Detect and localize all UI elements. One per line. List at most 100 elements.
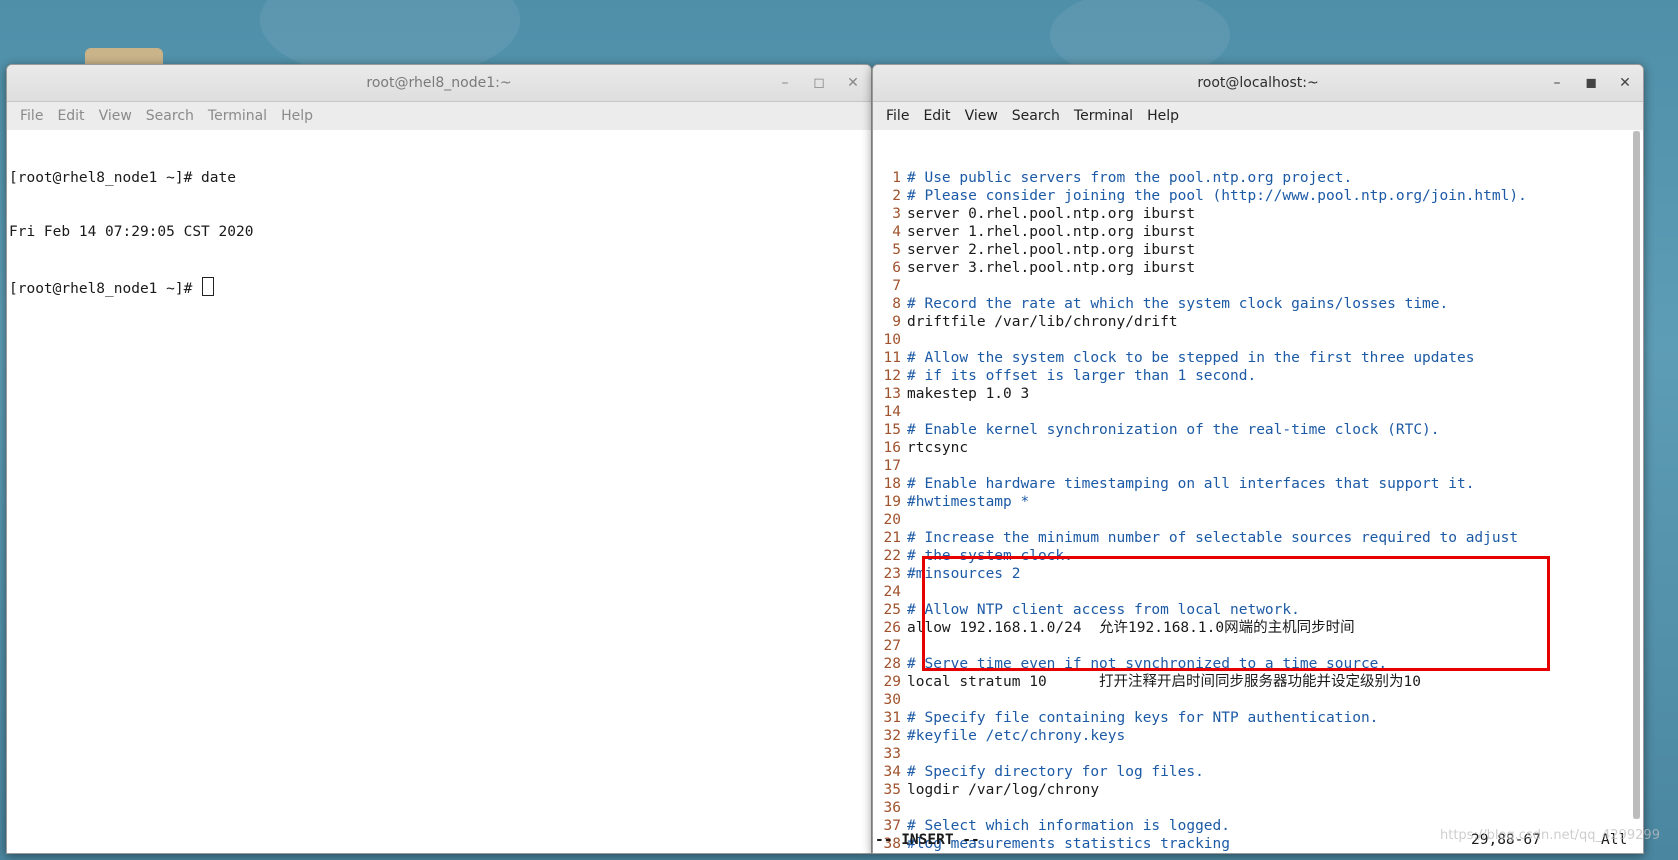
titlebar[interactable]: root@rhel8_node1:~ – ◻ ✕ <box>7 65 871 102</box>
line-number: 5 <box>892 242 901 258</box>
vim-line: 4 server 1.rhel.pool.ntp.org iburst <box>873 223 1643 241</box>
minimize-icon[interactable]: – <box>775 73 795 93</box>
terminal-window-left[interactable]: root@rhel8_node1:~ – ◻ ✕ File Edit View … <box>6 64 872 854</box>
vim-line: 5 server 2.rhel.pool.ntp.org iburst <box>873 241 1643 259</box>
vim-line: 10 <box>873 331 1643 349</box>
line-text: # Enable hardware timestamping on all in… <box>907 476 1475 492</box>
line-number: 32 <box>883 728 901 744</box>
line-text: # the system clock. <box>907 548 1073 564</box>
vim-line: 27 <box>873 637 1643 655</box>
line-text: #hwtimestamp * <box>907 494 1030 510</box>
line-text: # Serve time even if not synchronized to… <box>907 656 1388 672</box>
line-text: # Please consider joining the pool (http… <box>907 188 1527 204</box>
line-number: 3 <box>892 206 901 222</box>
line-number: 20 <box>883 512 901 528</box>
menu-terminal[interactable]: Terminal <box>201 108 274 124</box>
menubar: File Edit View Search Terminal Help <box>7 102 871 131</box>
line-text: #minsources 2 <box>907 566 1021 582</box>
close-icon[interactable]: ✕ <box>1615 73 1635 93</box>
line-text: # Record the rate at which the system cl… <box>907 296 1449 312</box>
vim-line: 32 #keyfile /etc/chrony.keys <box>873 727 1643 745</box>
line-text: logdir /var/log/chrony <box>907 782 1100 798</box>
menu-view[interactable]: View <box>958 108 1005 124</box>
line-number: 9 <box>892 314 901 330</box>
terminal-window-right[interactable]: root@localhost:~ – ◼ ✕ File Edit View Se… <box>872 64 1644 854</box>
menu-edit[interactable]: Edit <box>50 108 91 124</box>
line-number: 30 <box>883 692 901 708</box>
vim-line: 28 # Serve time even if not synchronized … <box>873 655 1643 673</box>
line-number: 29 <box>883 674 901 690</box>
titlebar[interactable]: root@localhost:~ – ◼ ✕ <box>873 65 1643 102</box>
vim-line: 3 server 0.rhel.pool.ntp.org iburst <box>873 205 1643 223</box>
maximize-icon[interactable]: ◻ <box>809 73 829 93</box>
line-text: makestep 1.0 3 <box>907 386 1030 402</box>
line-number: 16 <box>883 440 901 456</box>
menu-help[interactable]: Help <box>1140 108 1186 124</box>
menu-terminal[interactable]: Terminal <box>1067 108 1140 124</box>
vim-line: 11 # Allow the system clock to be stepped… <box>873 349 1643 367</box>
menu-search[interactable]: Search <box>1005 108 1067 124</box>
line-number: 31 <box>883 710 901 726</box>
menu-file[interactable]: File <box>13 108 50 124</box>
vim-lines: 1 # Use public servers from the pool.ntp.… <box>873 169 1643 853</box>
menu-search[interactable]: Search <box>139 108 201 124</box>
line-text: # Enable kernel synchronization of the r… <box>907 422 1440 438</box>
menu-edit[interactable]: Edit <box>916 108 957 124</box>
terminal-output[interactable]: [root@rhel8_node1 ~]# date Fri Feb 14 07… <box>7 130 871 853</box>
line-number: 10 <box>883 332 901 348</box>
line-text: server 1.rhel.pool.ntp.org iburst <box>907 224 1196 240</box>
line-number: 13 <box>883 386 901 402</box>
line-number: 15 <box>883 422 901 438</box>
close-icon[interactable]: ✕ <box>843 73 863 93</box>
scrollbar-thumb[interactable] <box>1633 131 1640 819</box>
vim-mode: -- INSERT -- <box>875 832 980 848</box>
line-text: # Increase the minimum number of selecta… <box>907 530 1519 546</box>
line-text: local stratum 10 打开注释开启时间同步服务器功能并设定级别为10 <box>907 674 1422 690</box>
line-number: 6 <box>892 260 901 276</box>
vim-line: 23 #minsources 2 <box>873 565 1643 583</box>
line-text: server 0.rhel.pool.ntp.org iburst <box>907 206 1196 222</box>
vim-line: 15 # Enable kernel synchronization of the… <box>873 421 1643 439</box>
vim-line: 1 # Use public servers from the pool.ntp.… <box>873 169 1643 187</box>
line-text: allow 192.168.1.0/24 允许192.168.1.0网端的主机同… <box>907 620 1355 636</box>
vim-line: 34 # Specify directory for log files. <box>873 763 1643 781</box>
minimize-icon[interactable]: – <box>1547 73 1567 93</box>
vim-line: 7 <box>873 277 1643 295</box>
vim-editor[interactable]: 1 # Use public servers from the pool.ntp.… <box>873 130 1643 853</box>
line-text: # Allow NTP client access from local net… <box>907 602 1300 618</box>
line-number: 8 <box>892 296 901 312</box>
window-title: root@rhel8_node1:~ <box>366 75 512 91</box>
vim-line: 36 <box>873 799 1643 817</box>
menu-file[interactable]: File <box>879 108 916 124</box>
line-number: 23 <box>883 566 901 582</box>
vim-line: 13 makestep 1.0 3 <box>873 385 1643 403</box>
line-number: 24 <box>883 584 901 600</box>
line-text: # Specify directory for log files. <box>907 764 1204 780</box>
line-number: 12 <box>883 368 901 384</box>
vim-line: 21 # Increase the minimum number of selec… <box>873 529 1643 547</box>
vim-line: 29 local stratum 10 打开注释开启时间同步服务器功能并设定级别为… <box>873 673 1643 691</box>
line-number: 21 <box>883 530 901 546</box>
line-text: # if its offset is larger than 1 second. <box>907 368 1257 384</box>
line-text: #keyfile /etc/chrony.keys <box>907 728 1126 744</box>
terminal-line: [root@rhel8_node1 ~]# date <box>9 170 236 186</box>
vim-line: 18 # Enable hardware timestamping on all … <box>873 475 1643 493</box>
vim-line: 33 <box>873 745 1643 763</box>
line-number: 36 <box>883 800 901 816</box>
vim-line: 24 <box>873 583 1643 601</box>
maximize-icon[interactable]: ◼ <box>1581 73 1601 93</box>
vim-line: 16 rtcsync <box>873 439 1643 457</box>
vim-line: 2 # Please consider joining the pool (htt… <box>873 187 1643 205</box>
terminal-prompt-line: [root@rhel8_node1 ~]# <box>9 277 871 298</box>
vim-line: 12 # if its offset is larger than 1 secon… <box>873 367 1643 385</box>
menu-view[interactable]: View <box>92 108 139 124</box>
vim-line: 31 # Specify file containing keys for NTP… <box>873 709 1643 727</box>
vim-line: 14 <box>873 403 1643 421</box>
vim-line: 26 allow 192.168.1.0/24 允许192.168.1.0网端的主… <box>873 619 1643 637</box>
vim-line: 35 logdir /var/log/chrony <box>873 781 1643 799</box>
vim-line: 19 #hwtimestamp * <box>873 493 1643 511</box>
line-number: 33 <box>883 746 901 762</box>
scrollbar[interactable] <box>1633 131 1640 819</box>
line-number: 14 <box>883 404 901 420</box>
menu-help[interactable]: Help <box>274 108 320 124</box>
